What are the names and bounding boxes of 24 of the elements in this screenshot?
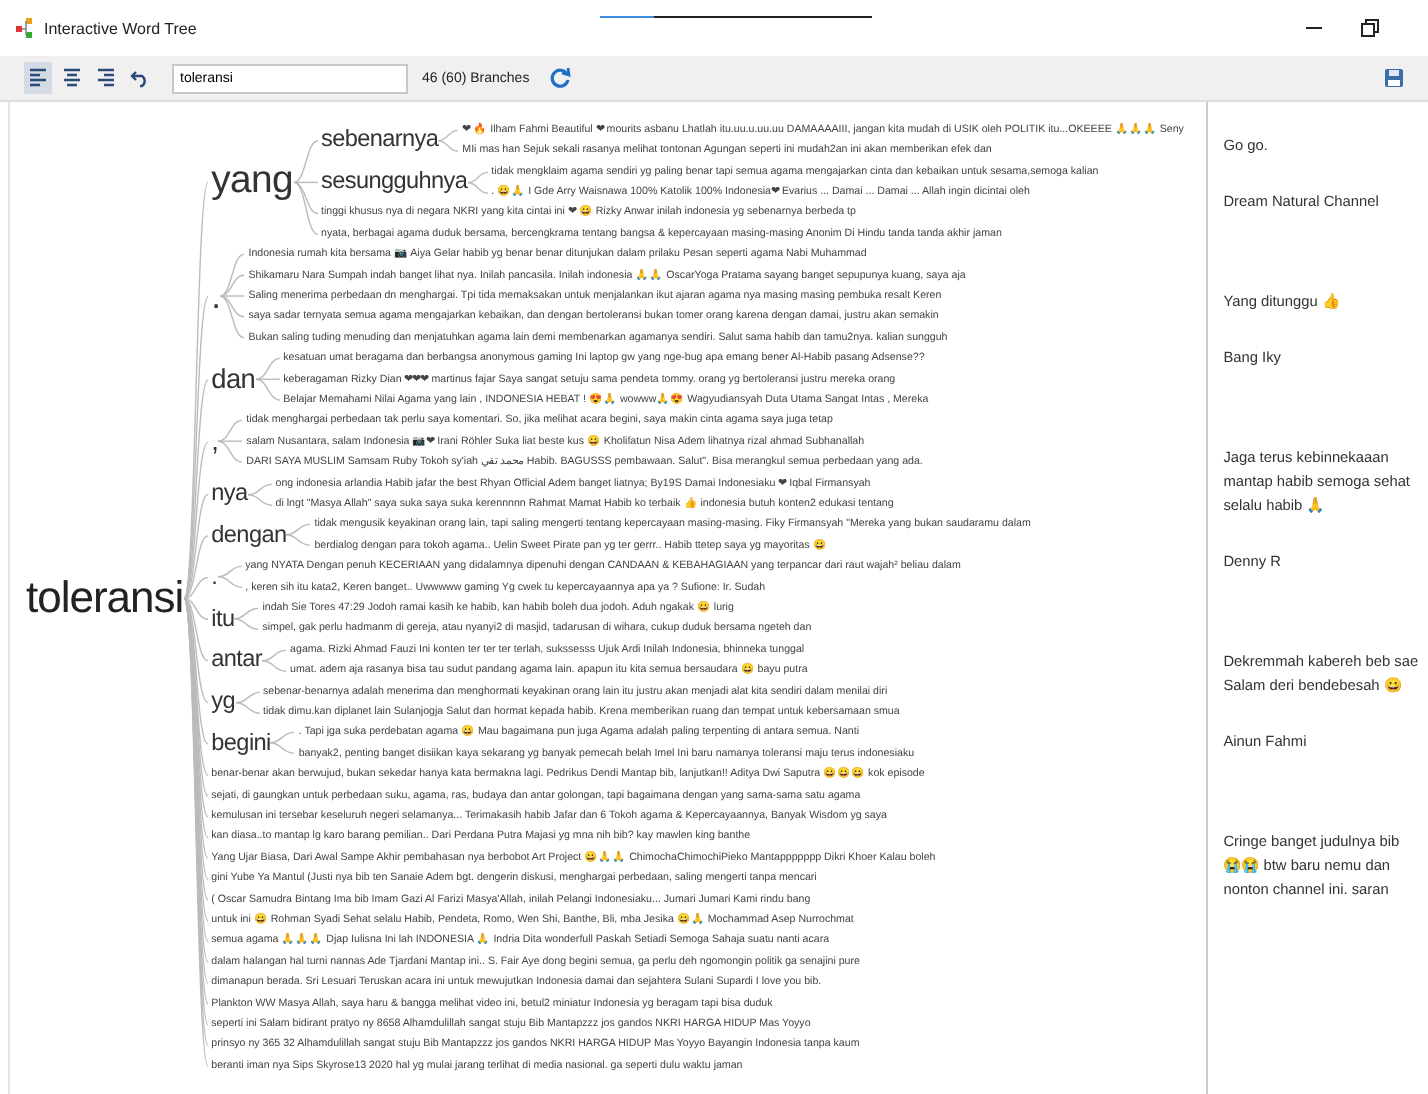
- undo-icon: [130, 68, 150, 88]
- align-center-icon: [62, 68, 82, 88]
- align-left-icon: [28, 68, 48, 88]
- app-icon: [16, 18, 36, 38]
- branch-word[interactable]: .: [211, 565, 218, 590]
- branch-word[interactable]: sesungguhnya: [321, 170, 468, 194]
- branch-word[interactable]: .: [211, 279, 221, 315]
- branch-word[interactable]: begini: [211, 731, 271, 756]
- root-word[interactable]: toleransi: [26, 572, 184, 624]
- branch-word[interactable]: sebenarnya: [321, 128, 439, 153]
- align-right-icon: [96, 68, 116, 88]
- branch-word[interactable]: itu: [211, 607, 235, 631]
- branch-word[interactable]: dan: [211, 366, 256, 394]
- window-title: Interactive Word Tree: [44, 19, 197, 37]
- branch-word[interactable]: yg: [211, 690, 236, 714]
- branch-word[interactable]: yang: [211, 162, 294, 202]
- align-left-button[interactable]: [24, 62, 52, 94]
- branch-word[interactable]: antar: [211, 648, 263, 673]
- refresh-icon[interactable]: [547, 66, 572, 90]
- branch-word[interactable]: ,: [211, 428, 219, 456]
- branch-word[interactable]: nya: [211, 482, 248, 506]
- branch-word[interactable]: dengan: [211, 523, 287, 548]
- restore-icon[interactable]: [1360, 18, 1380, 38]
- save-icon[interactable]: [1384, 68, 1404, 88]
